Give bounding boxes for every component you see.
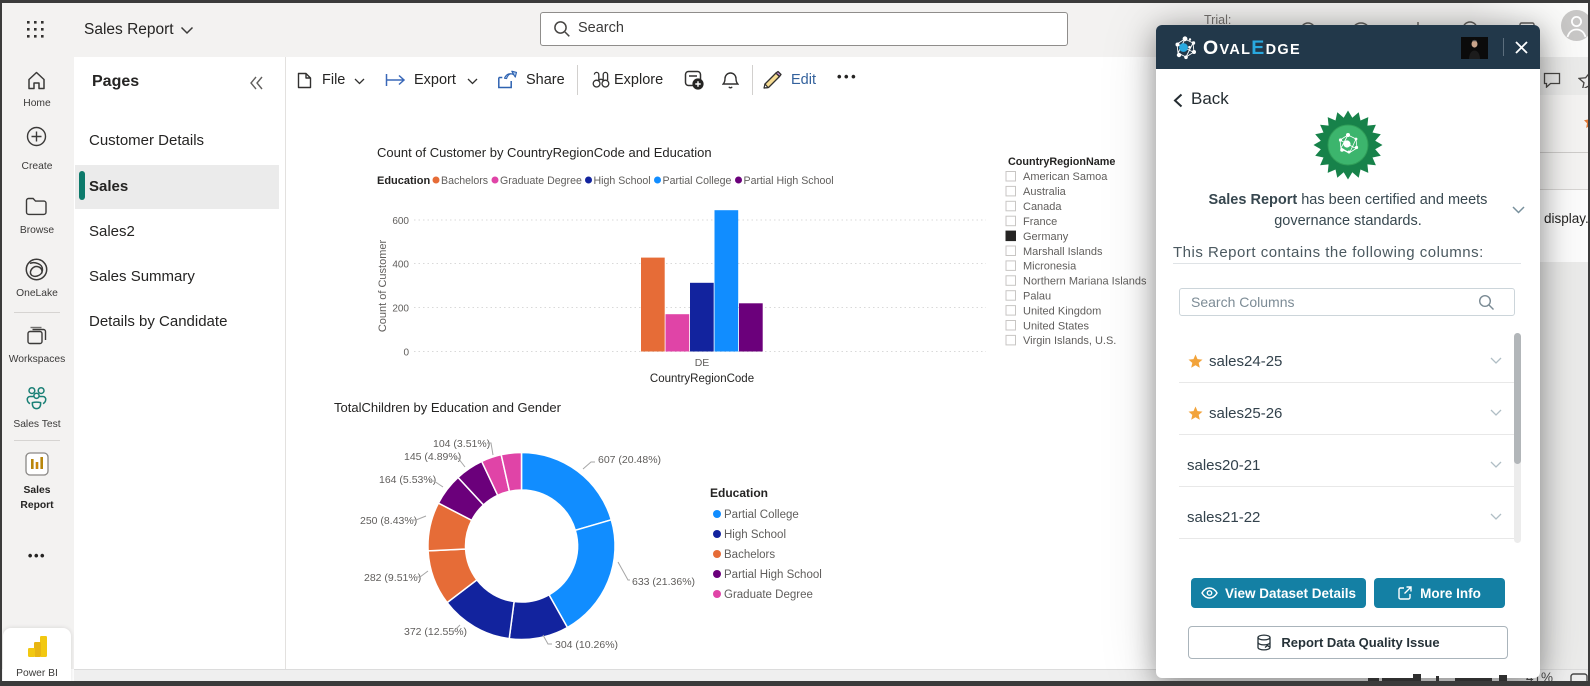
svg-text:607 (20.48%): 607 (20.48%) <box>598 454 661 466</box>
svg-text:Bachelors: Bachelors <box>441 175 488 187</box>
svg-text:Count of Customer: Count of Customer <box>377 240 389 333</box>
svg-text:Bachelors: Bachelors <box>724 549 775 561</box>
svg-text:Northern Mariana Islands: Northern Mariana Islands <box>1023 276 1147 288</box>
svg-text:High School: High School <box>724 529 786 541</box>
svg-text:0: 0 <box>403 348 409 359</box>
svg-text:Partial College: Partial College <box>663 175 732 187</box>
svg-text:Education: Education <box>710 486 768 500</box>
svg-text:Partial College: Partial College <box>724 509 799 521</box>
svg-text:304 (10.26%): 304 (10.26%) <box>555 639 618 651</box>
svg-text:United Kingdom: United Kingdom <box>1023 305 1101 317</box>
svg-text:282 (9.51%): 282 (9.51%) <box>364 572 421 584</box>
svg-text:600: 600 <box>392 216 409 227</box>
svg-text:Education: Education <box>377 175 430 187</box>
svg-text:Canada: Canada <box>1023 201 1062 213</box>
svg-text:CountryRegionCode: CountryRegionCode <box>650 373 754 385</box>
svg-text:Graduate Degree: Graduate Degree <box>724 589 813 601</box>
svg-text:Partial High School: Partial High School <box>744 175 834 187</box>
svg-text:164 (5.53%): 164 (5.53%) <box>379 474 436 486</box>
svg-text:250 (8.43%): 250 (8.43%) <box>360 515 417 527</box>
svg-text:CountryRegionName: CountryRegionName <box>1008 156 1115 168</box>
svg-text:American Samoa: American Samoa <box>1023 171 1108 183</box>
svg-text:United States: United States <box>1023 320 1090 332</box>
svg-text:Partial High School: Partial High School <box>724 569 822 581</box>
svg-text:104 (3.51%): 104 (3.51%) <box>433 438 490 450</box>
svg-text:633 (21.36%): 633 (21.36%) <box>632 576 695 588</box>
svg-text:Micronesia: Micronesia <box>1023 261 1077 273</box>
svg-text:High School: High School <box>594 175 651 187</box>
svg-text:200: 200 <box>392 304 409 315</box>
svg-text:145 (4.89%): 145 (4.89%) <box>404 451 461 463</box>
svg-text:France: France <box>1023 216 1057 228</box>
svg-text:TotalChildren by Education and: TotalChildren by Education and Gender <box>334 400 562 415</box>
svg-text:Graduate Degree: Graduate Degree <box>500 175 582 187</box>
svg-text:Germany: Germany <box>1023 231 1069 243</box>
svg-text:Australia: Australia <box>1023 186 1067 198</box>
svg-text:Palau: Palau <box>1023 291 1051 303</box>
svg-text:DE: DE <box>695 357 710 369</box>
svg-text:400: 400 <box>392 260 409 271</box>
svg-text:Count of Customer by CountryRe: Count of Customer by CountryRegionCode a… <box>377 145 712 160</box>
svg-text:Virgin Islands, U.S.: Virgin Islands, U.S. <box>1023 335 1116 347</box>
svg-text:Marshall Islands: Marshall Islands <box>1023 246 1103 258</box>
